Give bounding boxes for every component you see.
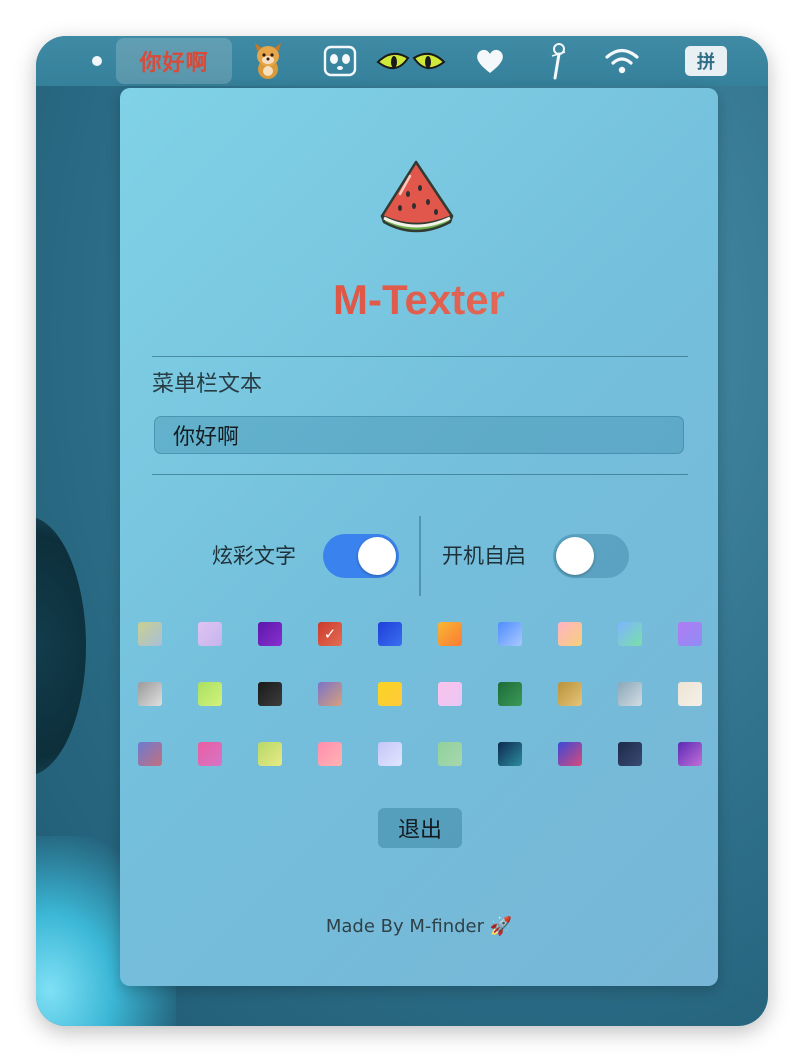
color-swatch[interactable] bbox=[498, 682, 522, 706]
divider-bottom bbox=[152, 474, 688, 475]
color-swatch[interactable] bbox=[618, 742, 642, 766]
color-swatch[interactable] bbox=[138, 622, 162, 646]
color-swatch[interactable] bbox=[318, 682, 342, 706]
color-swatch[interactable] bbox=[678, 742, 702, 766]
menubar-status-text[interactable]: 你好啊 bbox=[116, 38, 232, 84]
color-swatch[interactable] bbox=[558, 622, 582, 646]
color-swatch[interactable] bbox=[438, 742, 462, 766]
color-swatch[interactable] bbox=[258, 622, 282, 646]
footer-text: Made By M-finder bbox=[325, 916, 485, 937]
popover-panel: M-Texter 菜单栏文本 炫彩文字 开机自启 ✓ 退出 Made By M-… bbox=[120, 88, 718, 986]
toggle-knob bbox=[358, 537, 396, 575]
color-swatch[interactable] bbox=[258, 682, 282, 706]
color-swatch[interactable]: ✓ bbox=[318, 622, 342, 646]
wallpaper-figure bbox=[36, 516, 86, 776]
color-swatch[interactable] bbox=[198, 682, 222, 706]
color-swatch[interactable] bbox=[258, 742, 282, 766]
color-swatch[interactable] bbox=[678, 622, 702, 646]
footer-credit: Made By M-finder 🚀 bbox=[120, 916, 718, 937]
color-swatch[interactable] bbox=[438, 682, 462, 706]
dog-icon[interactable] bbox=[246, 36, 290, 86]
cat-eyes-icon[interactable] bbox=[374, 36, 448, 86]
divider-top bbox=[152, 356, 688, 357]
color-swatch[interactable] bbox=[618, 622, 642, 646]
panda-icon[interactable] bbox=[320, 36, 360, 86]
color-swatch[interactable] bbox=[198, 622, 222, 646]
colorful-text-label: 炫彩文字 bbox=[212, 544, 296, 568]
app-title: M-Texter bbox=[120, 276, 718, 324]
section-label-menubar-text: 菜单栏文本 bbox=[152, 372, 263, 397]
colorful-text-toggle[interactable] bbox=[323, 534, 399, 578]
pen-icon[interactable] bbox=[542, 36, 574, 86]
color-swatch[interactable] bbox=[618, 682, 642, 706]
color-swatch[interactable] bbox=[138, 742, 162, 766]
input-method-label: 拼 bbox=[685, 46, 727, 76]
color-swatch[interactable] bbox=[378, 622, 402, 646]
input-method-icon[interactable]: 拼 bbox=[684, 36, 728, 86]
heart-icon[interactable] bbox=[472, 36, 508, 86]
color-swatch[interactable] bbox=[198, 742, 222, 766]
color-swatch[interactable] bbox=[318, 742, 342, 766]
launch-at-login-label: 开机自启 bbox=[442, 544, 526, 568]
color-swatch[interactable] bbox=[558, 682, 582, 706]
wifi-icon[interactable] bbox=[602, 36, 642, 86]
desktop-window: 你好啊 拼 M-Texter 菜单栏文本 你好啊 炫彩文字 开机自启 ✓ 退出 … bbox=[36, 36, 768, 1026]
rocket-icon: 🚀 bbox=[489, 916, 513, 937]
color-swatch[interactable] bbox=[558, 742, 582, 766]
menu-bar: 你好啊 拼 bbox=[36, 36, 768, 86]
toggle-separator bbox=[419, 516, 421, 596]
toggle-knob bbox=[556, 537, 594, 575]
menubar-text-input[interactable] bbox=[154, 416, 684, 454]
color-swatch[interactable] bbox=[498, 622, 522, 646]
checkmark-icon: ✓ bbox=[323, 625, 337, 643]
color-swatch[interactable] bbox=[378, 742, 402, 766]
menubar-dot-indicator bbox=[92, 36, 102, 86]
color-swatch[interactable] bbox=[438, 622, 462, 646]
color-swatch[interactable] bbox=[378, 682, 402, 706]
exit-button[interactable]: 退出 bbox=[378, 808, 462, 848]
watermelon-icon bbox=[378, 158, 458, 234]
color-swatch[interactable] bbox=[498, 742, 522, 766]
color-swatch[interactable] bbox=[138, 682, 162, 706]
launch-at-login-toggle[interactable] bbox=[553, 534, 629, 578]
color-swatch[interactable] bbox=[678, 682, 702, 706]
